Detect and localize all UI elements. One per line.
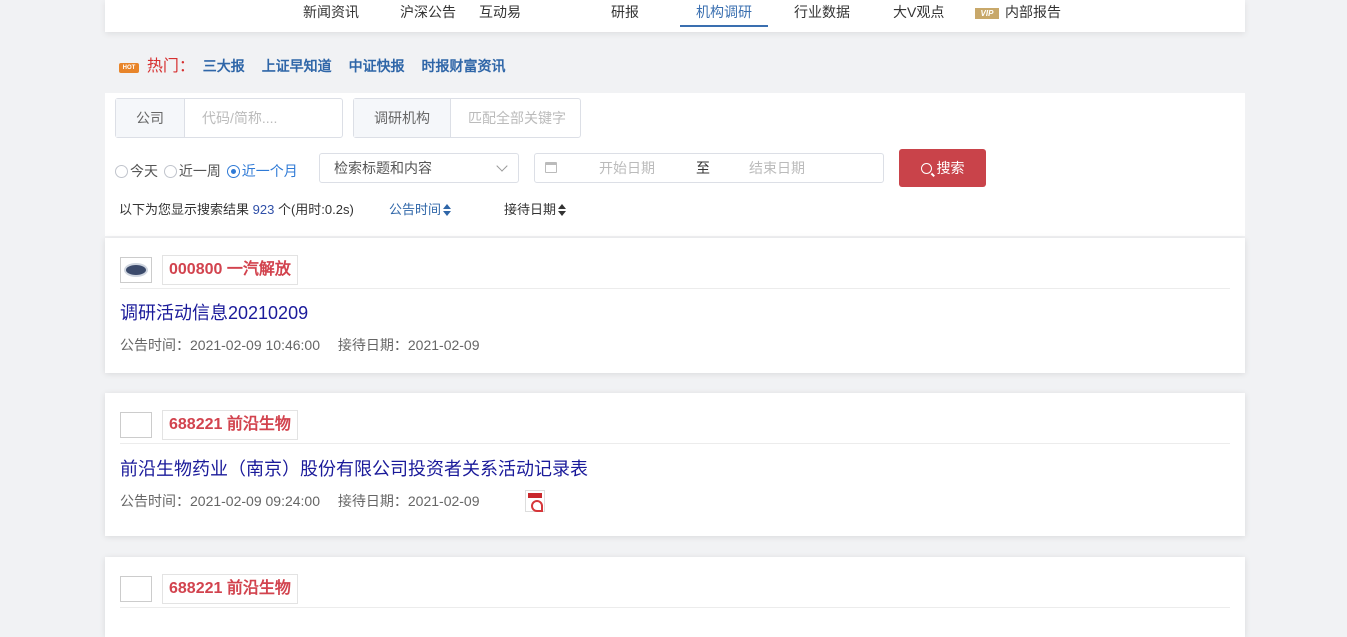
company-logo-broken-image [120, 576, 152, 602]
nav-item-industry-data[interactable]: 行业数据 [794, 3, 850, 27]
radio-month[interactable]: 近一个月 [226, 163, 298, 179]
result-card: 688221 前沿生物 [105, 557, 1245, 637]
date-separator: 至 [696, 160, 710, 176]
hot-icon: HOT [119, 63, 139, 73]
hot-label: 热门： [146, 58, 195, 75]
radio-circle [115, 165, 128, 178]
card-divider [120, 443, 1230, 444]
hot-link-sandabao[interactable]: 三大报 [203, 58, 245, 74]
nav-item-research[interactable]: 研报 [611, 3, 639, 27]
stock-tag[interactable]: 688221 前沿生物 [162, 410, 298, 440]
chevron-down-icon [496, 160, 508, 172]
company-logo [120, 257, 152, 283]
radio-circle [163, 165, 177, 178]
company-field: 公司 [115, 98, 343, 138]
radio-circle-checked [226, 165, 240, 178]
nav-item-announcements[interactable]: 沪深公告 [400, 3, 456, 27]
result-summary: 以下为您显示搜索结果 923 个(用时:0.2s) [119, 202, 354, 217]
sort-icon [443, 204, 452, 216]
hot-link-shibao[interactable]: 时报财富资讯 [421, 58, 505, 74]
company-logo-broken-image [120, 412, 152, 438]
search-scope-select[interactable]: 检索标题和内容 [319, 153, 519, 183]
search-scope-value: 检索标题和内容 [334, 160, 432, 176]
nav-item-news[interactable]: 新闻资讯 [303, 3, 359, 27]
top-nav: 新闻资讯 沪深公告 互动易 研报 机构调研 行业数据 大V观点 VIP 内部报告 [105, 0, 1245, 32]
hot-link-zhongzheng[interactable]: 中证快报 [349, 58, 405, 74]
date-range-picker[interactable]: 开始日期 至 结束日期 [534, 153, 884, 183]
announce-time: 2021-02-09 10:46:00 [190, 337, 320, 353]
org-input[interactable] [466, 99, 578, 137]
card-divider [120, 288, 1230, 289]
nav-item-institutional-research[interactable]: 机构调研 [680, 3, 768, 27]
nav-item-internal-report-label: 内部报告 [1005, 4, 1061, 20]
reception-date: 2021-02-09 [407, 493, 480, 509]
sort-by-reception-date[interactable]: 接待日期 [504, 199, 567, 218]
search-icon [920, 163, 932, 174]
card-meta: 公告时间：2021-02-09 09:24:00 接待日期：2021-02-09 [120, 493, 480, 509]
nav-item-interactive[interactable]: 互动易 [479, 3, 521, 27]
company-label: 公司 [116, 99, 185, 137]
reception-date: 2021-02-09 [407, 337, 480, 353]
time-range-radios: 今天 近一周 近一个月 [115, 161, 300, 181]
pdf-icon[interactable] [525, 490, 545, 512]
org-field: 调研机构 [353, 98, 581, 138]
announce-time: 2021-02-09 09:24:00 [190, 493, 320, 509]
search-panel: 公司 调研机构 今天 近一周 近一个月 检索标题和内容 开始日期 至 结束日期 … [105, 93, 1245, 236]
faw-logo-icon [124, 263, 148, 277]
stock-tag[interactable]: 688221 前沿生物 [162, 574, 298, 604]
search-button[interactable]: 搜索 [899, 149, 986, 187]
calendar-icon [545, 162, 557, 173]
card-meta: 公告时间：2021-02-09 10:46:00 接待日期：2021-02-09 [120, 337, 480, 353]
radio-today[interactable]: 今天 [115, 163, 158, 179]
org-label: 调研机构 [354, 99, 451, 137]
result-card: 688221 前沿生物 前沿生物药业（南京）股份有限公司投资者关系活动记录表 公… [105, 393, 1245, 536]
company-input[interactable] [200, 99, 340, 137]
stock-tag[interactable]: 000800 一汽解放 [162, 255, 298, 285]
start-date-input[interactable]: 开始日期 [599, 154, 655, 182]
radio-week[interactable]: 近一周 [163, 163, 221, 179]
card-title-link[interactable]: 前沿生物药业（南京）股份有限公司投资者关系活动记录表 [120, 455, 588, 481]
hot-link-shangzheng[interactable]: 上证早知道 [262, 58, 332, 74]
result-count: 923 [252, 202, 275, 217]
sort-icon [558, 204, 567, 216]
end-date-input[interactable]: 结束日期 [749, 154, 805, 182]
vip-icon: VIP [975, 8, 999, 19]
card-title-link[interactable]: 调研活动信息20210209 [120, 299, 308, 325]
nav-item-bigv[interactable]: 大V观点 [893, 3, 944, 27]
card-divider [120, 607, 1230, 608]
result-card: 000800 一汽解放 调研活动信息20210209 公告时间：2021-02-… [105, 238, 1245, 373]
hot-links-row: HOT 热门： 三大报 上证早知道 中证快报 时报财富资讯 [119, 52, 518, 75]
sort-by-announce-time[interactable]: 公告时间 [389, 199, 452, 218]
nav-item-internal-report[interactable]: VIP 内部报告 [975, 3, 1061, 27]
